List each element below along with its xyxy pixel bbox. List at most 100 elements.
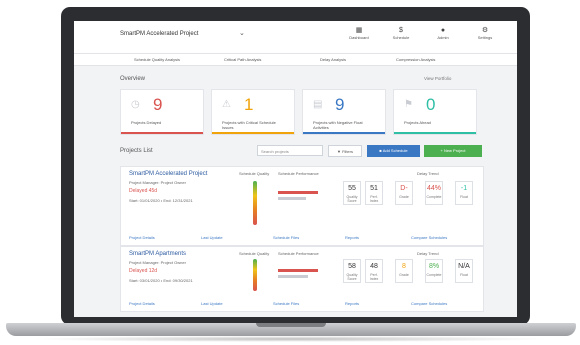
chart-icon: ▤ (313, 99, 323, 110)
subnav-item[interactable]: Delay Analysis (320, 57, 346, 62)
stat-accent-bar (394, 132, 476, 134)
stat-accent-bar (303, 132, 385, 134)
add-schedule-button[interactable]: ■ Add Schedule (367, 145, 420, 157)
performance-bar (278, 191, 318, 194)
stat-card-delayed[interactable]: ◷ 9 Projects Delayed (120, 89, 204, 135)
project-name[interactable]: SmartPM Accelerated Project (129, 171, 207, 177)
user-icon: ● (440, 27, 446, 34)
card-footer-link[interactable]: Project Details (129, 301, 155, 306)
metric-label: Float (460, 195, 468, 199)
settings-icon: ⚙ (481, 27, 489, 34)
column-heading: Schedule Performance (278, 171, 319, 176)
project-name[interactable]: SmartPM Apartments (129, 251, 186, 257)
stat-value: 0 (426, 95, 436, 114)
column-heading: Schedule Performance (278, 251, 319, 256)
metric-label: Quality Score (346, 195, 358, 203)
stat-label: Projects Ahead (404, 120, 431, 125)
metric-box: 55 Quality Score (343, 181, 361, 205)
stat-card-negative-float[interactable]: ▤ 9 Projects with Negative Float Activit… (302, 89, 386, 135)
metric-box: N/A Float (455, 259, 473, 283)
metric-value: -1 (460, 185, 468, 192)
stat-card-ahead[interactable]: ⚑ 0 Projects Ahead (393, 89, 477, 135)
metric-box: 48 Perf. Index (365, 259, 383, 283)
baseline-bar (278, 197, 306, 200)
stat-card-critical[interactable]: ⚠ 1 Projects with Critical Schedule Issu… (211, 89, 295, 135)
warning-icon: ⚠ (222, 99, 231, 110)
metric-value: 8 (402, 263, 406, 270)
card-footer-link[interactable]: Reports (345, 235, 359, 240)
nav-settings[interactable]: ⚙ Settings (470, 27, 500, 40)
project-meta: Project Manager: Project Owner (129, 260, 186, 265)
card-footer-link[interactable]: Schedule Files (273, 235, 299, 240)
card-footer-link[interactable]: Compare Schedules (411, 235, 447, 240)
project-card[interactable]: SmartPM Apartments Project Manager: Proj… (120, 246, 484, 312)
laptop-shadow (30, 336, 550, 342)
stat-label: Projects with Critical Schedule Issues (222, 120, 276, 130)
baseline-bar (278, 275, 308, 278)
metric-label: Grade (399, 273, 409, 277)
nav-schedule[interactable]: $ Schedule (386, 27, 416, 40)
stat-value: 9 (153, 95, 163, 114)
nav-label: Admin (437, 35, 449, 40)
card-footer-link[interactable]: Compare Schedules (411, 301, 447, 306)
project-dates: Start: 01/01/2020 • End: 12/31/2021 (129, 198, 193, 203)
stat-value: 1 (244, 95, 254, 114)
nav-dashboard[interactable]: ▦ Dashboard (344, 27, 374, 40)
metric-label: Grade (399, 195, 409, 199)
filter-button[interactable]: ▼ Filters (328, 145, 362, 157)
metric-label: Perf. Index (369, 273, 379, 281)
metric-value: 8% (428, 263, 440, 270)
laptop-notch (256, 323, 326, 327)
clock-icon: ◷ (131, 99, 140, 110)
card-footer-link[interactable]: Schedule Files (273, 301, 299, 306)
project-selector[interactable]: SmartPM Accelerated Project (120, 31, 198, 37)
top-navigation-bar: SmartPM Accelerated Project ⌄ ▦ Dashboar… (74, 21, 517, 54)
metric-box: 8 Grade (395, 259, 413, 283)
card-footer-link[interactable]: Last Update (201, 235, 223, 240)
column-heading: Delay Trend (417, 171, 439, 176)
metric-value: D- (400, 185, 408, 192)
subnav-item[interactable]: Critical Path Analysis (224, 57, 261, 62)
card-footer-link[interactable]: Project Details (129, 235, 155, 240)
new-project-label: New Project (443, 148, 466, 153)
project-card[interactable]: SmartPM Accelerated Project Project Mana… (120, 166, 484, 246)
card-footer-link[interactable]: Reports (345, 301, 359, 306)
nav-label: Dashboard (349, 35, 369, 40)
search-input[interactable]: Search projects (257, 145, 323, 156)
column-heading: Schedule Quality (239, 251, 270, 256)
metric-value: 55 (348, 185, 356, 192)
performance-bar (278, 269, 318, 272)
health-gauge (253, 181, 257, 225)
metric-value: 51 (370, 185, 378, 192)
project-delay: Delayed 45d (129, 188, 158, 194)
stat-label: Projects Delayed (131, 120, 162, 125)
nav-admin[interactable]: ● Admin (428, 27, 458, 40)
overview-title: Overview (120, 76, 146, 82)
nav-label: Settings (477, 35, 493, 40)
metric-box: 58 Quality Score (343, 259, 361, 283)
metric-value: N/A (458, 263, 470, 270)
nav-label: Schedule (392, 35, 410, 40)
metric-label: Complete (426, 273, 442, 277)
metric-value: 58 (348, 263, 356, 270)
view-portfolio-link[interactable]: View Portfolio (424, 76, 451, 81)
app-screen: SmartPM Accelerated Project ⌄ ▦ Dashboar… (74, 21, 517, 317)
add-schedule-label: Add Schedule (382, 148, 408, 153)
stat-accent-bar (121, 132, 203, 134)
column-heading: Schedule Quality (239, 171, 270, 176)
stat-value: 9 (335, 95, 345, 114)
metric-box: 44% Complete (425, 181, 443, 205)
chevron-down-icon[interactable]: ⌄ (239, 29, 245, 37)
project-dates: Start: 03/01/2020 • End: 09/30/2021 (129, 278, 193, 283)
metric-label: Quality Score (346, 273, 358, 281)
health-gauge (253, 259, 257, 291)
stat-label: Projects with Negative Float Activities (313, 120, 363, 130)
subnav-item[interactable]: Schedule Quality Analysis (134, 57, 180, 62)
card-footer-link[interactable]: Last Update (201, 301, 223, 306)
new-project-button[interactable]: + New Project (424, 145, 482, 157)
project-meta: Project Manager: Project Owner (129, 180, 186, 185)
subnav-item[interactable]: Compression Analysis (396, 57, 435, 62)
column-heading: Delay Trend (417, 251, 439, 256)
project-delay: Delayed 12d (129, 268, 158, 274)
metric-label: Perf. Index (369, 195, 379, 203)
